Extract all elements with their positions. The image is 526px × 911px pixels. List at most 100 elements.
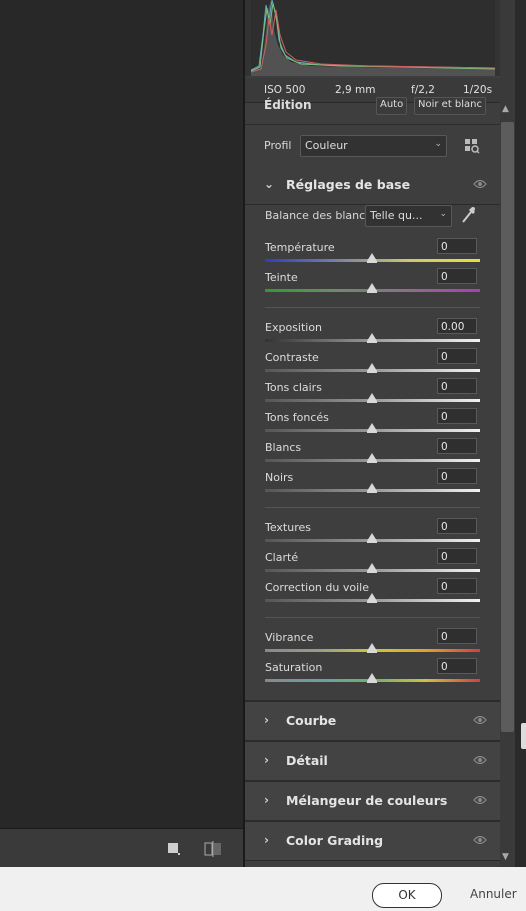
iso-value: ISO 500	[264, 84, 306, 96]
highlights-thumb[interactable]	[367, 393, 377, 403]
shutter-value: 1/20s	[463, 84, 493, 96]
color-mixer-section-title: Mélangeur de couleurs	[286, 793, 448, 808]
clarity-slider[interactable]: Clarté 0	[245, 548, 500, 581]
panel-edge-tab[interactable]	[521, 723, 526, 749]
dehaze-label: Correction du voile	[265, 581, 369, 594]
whites-label: Blancs	[265, 441, 302, 454]
tint-thumb[interactable]	[367, 283, 377, 293]
histogram	[245, 0, 500, 76]
profile-select[interactable]: Couleur ⌄	[300, 135, 447, 157]
detail-section-header[interactable]: › Détail	[245, 740, 500, 781]
scroll-down-icon[interactable]: ▼	[502, 852, 509, 862]
contrast-slider[interactable]: Contraste 0	[245, 348, 500, 381]
profile-value: Couleur	[305, 139, 348, 152]
color-mixer-section-header[interactable]: › Mélangeur de couleurs	[245, 780, 500, 821]
clarity-thumb[interactable]	[367, 563, 377, 573]
saturation-slider[interactable]: Saturation 0	[245, 658, 500, 691]
clarity-label: Clarté	[265, 551, 299, 564]
visibility-eye-icon[interactable]	[473, 755, 487, 768]
auto-button[interactable]: Auto	[376, 97, 408, 115]
panel-scrollbar[interactable]: ▲ ▼	[500, 0, 515, 867]
blacks-label: Noirs	[265, 471, 294, 484]
profile-row: Profil Couleur ⌄	[245, 124, 500, 169]
saturation-input[interactable]: 0	[437, 658, 477, 674]
shadows-thumb[interactable]	[367, 423, 377, 433]
basic-section-title: Réglages de base	[286, 177, 411, 192]
white-balance-value: Telle qu...	[370, 209, 423, 222]
canvas-toolbar	[0, 828, 243, 868]
detail-section-title: Détail	[286, 753, 328, 768]
tint-input[interactable]: 0	[437, 268, 477, 284]
clarity-input[interactable]: 0	[437, 548, 477, 564]
eyedropper-icon[interactable]	[460, 206, 476, 227]
saturation-label: Saturation	[265, 661, 323, 674]
tint-slider[interactable]: Teinte 0	[245, 268, 500, 301]
vibrance-slider[interactable]: Vibrance 0	[245, 628, 500, 661]
exposure-input[interactable]: 0.00	[437, 318, 477, 334]
contrast-label: Contraste	[265, 351, 319, 364]
aperture-value: f/2,2	[411, 84, 435, 96]
temperature-thumb[interactable]	[367, 253, 377, 263]
tint-label: Teinte	[265, 271, 298, 284]
highlights-input[interactable]: 0	[437, 378, 477, 394]
texture-label: Textures	[265, 521, 311, 534]
exposure-label: Exposition	[265, 321, 323, 334]
curve-section-title: Courbe	[286, 713, 337, 728]
visibility-eye-icon[interactable]	[473, 835, 487, 848]
scrollbar-thumb[interactable]	[501, 122, 514, 732]
before-after-icon[interactable]	[204, 841, 222, 860]
blacks-thumb[interactable]	[367, 483, 377, 493]
visibility-eye-icon[interactable]	[473, 715, 487, 728]
contrast-thumb[interactable]	[367, 363, 377, 373]
dehaze-input[interactable]: 0	[437, 578, 477, 594]
ok-button[interactable]: OK	[372, 883, 442, 908]
visibility-eye-icon[interactable]	[473, 179, 487, 192]
texture-thumb[interactable]	[367, 533, 377, 543]
color-grading-section-header[interactable]: › Color Grading	[245, 820, 500, 861]
focal-value: 2,9 mm	[335, 84, 376, 96]
black-white-button[interactable]: Noir et blanc	[414, 97, 487, 115]
image-canvas[interactable]	[0, 0, 243, 828]
chevron-right-icon: ›	[264, 713, 269, 727]
vibrance-thumb[interactable]	[367, 643, 377, 653]
texture-input[interactable]: 0	[437, 518, 477, 534]
shadows-input[interactable]: 0	[437, 408, 477, 424]
profile-label: Profil	[264, 139, 292, 152]
divider	[265, 307, 480, 308]
basic-section-header[interactable]: ⌄ Réglages de base	[245, 166, 500, 205]
white-balance-row: Balance des blancs Telle qu... ⌄	[245, 203, 500, 231]
temperature-input[interactable]: 0	[437, 238, 477, 254]
chevron-right-icon: ›	[264, 753, 269, 767]
shadows-slider[interactable]: Tons foncés 0	[245, 408, 500, 441]
exposure-thumb[interactable]	[367, 333, 377, 343]
whites-input[interactable]: 0	[437, 438, 477, 454]
whites-thumb[interactable]	[367, 453, 377, 463]
highlights-label: Tons clairs	[265, 381, 322, 394]
saturation-thumb[interactable]	[367, 673, 377, 683]
exposure-slider[interactable]: Exposition 0.00	[245, 318, 500, 351]
white-balance-label: Balance des blancs	[265, 209, 371, 222]
panel-edge	[515, 0, 526, 867]
adjustments-panel: ISO 500 2,9 mm f/2,2 1/20s Édition Auto …	[245, 0, 500, 867]
contrast-input[interactable]: 0	[437, 348, 477, 364]
cancel-button[interactable]: Annuler	[470, 887, 517, 901]
visibility-eye-icon[interactable]	[473, 795, 487, 808]
dehaze-slider[interactable]: Correction du voile 0	[245, 578, 500, 611]
highlights-slider[interactable]: Tons clairs 0	[245, 378, 500, 411]
scroll-up-icon[interactable]: ▲	[502, 104, 509, 114]
vibrance-label: Vibrance	[265, 631, 314, 644]
color-grading-section-title: Color Grading	[286, 833, 384, 848]
dehaze-thumb[interactable]	[367, 593, 377, 603]
view-mode-icon[interactable]	[166, 841, 182, 860]
chevron-down-icon: ⌄	[264, 177, 275, 191]
vibrance-input[interactable]: 0	[437, 628, 477, 644]
curve-section-header[interactable]: › Courbe	[245, 700, 500, 741]
whites-slider[interactable]: Blancs 0	[245, 438, 500, 471]
divider	[265, 617, 480, 618]
texture-slider[interactable]: Textures 0	[245, 518, 500, 551]
profile-browser-icon[interactable]	[464, 138, 480, 157]
blacks-slider[interactable]: Noirs 0	[245, 468, 500, 501]
temperature-slider[interactable]: Température 0	[245, 238, 500, 271]
blacks-input[interactable]: 0	[437, 468, 477, 484]
white-balance-select[interactable]: Telle qu... ⌄	[365, 205, 452, 227]
